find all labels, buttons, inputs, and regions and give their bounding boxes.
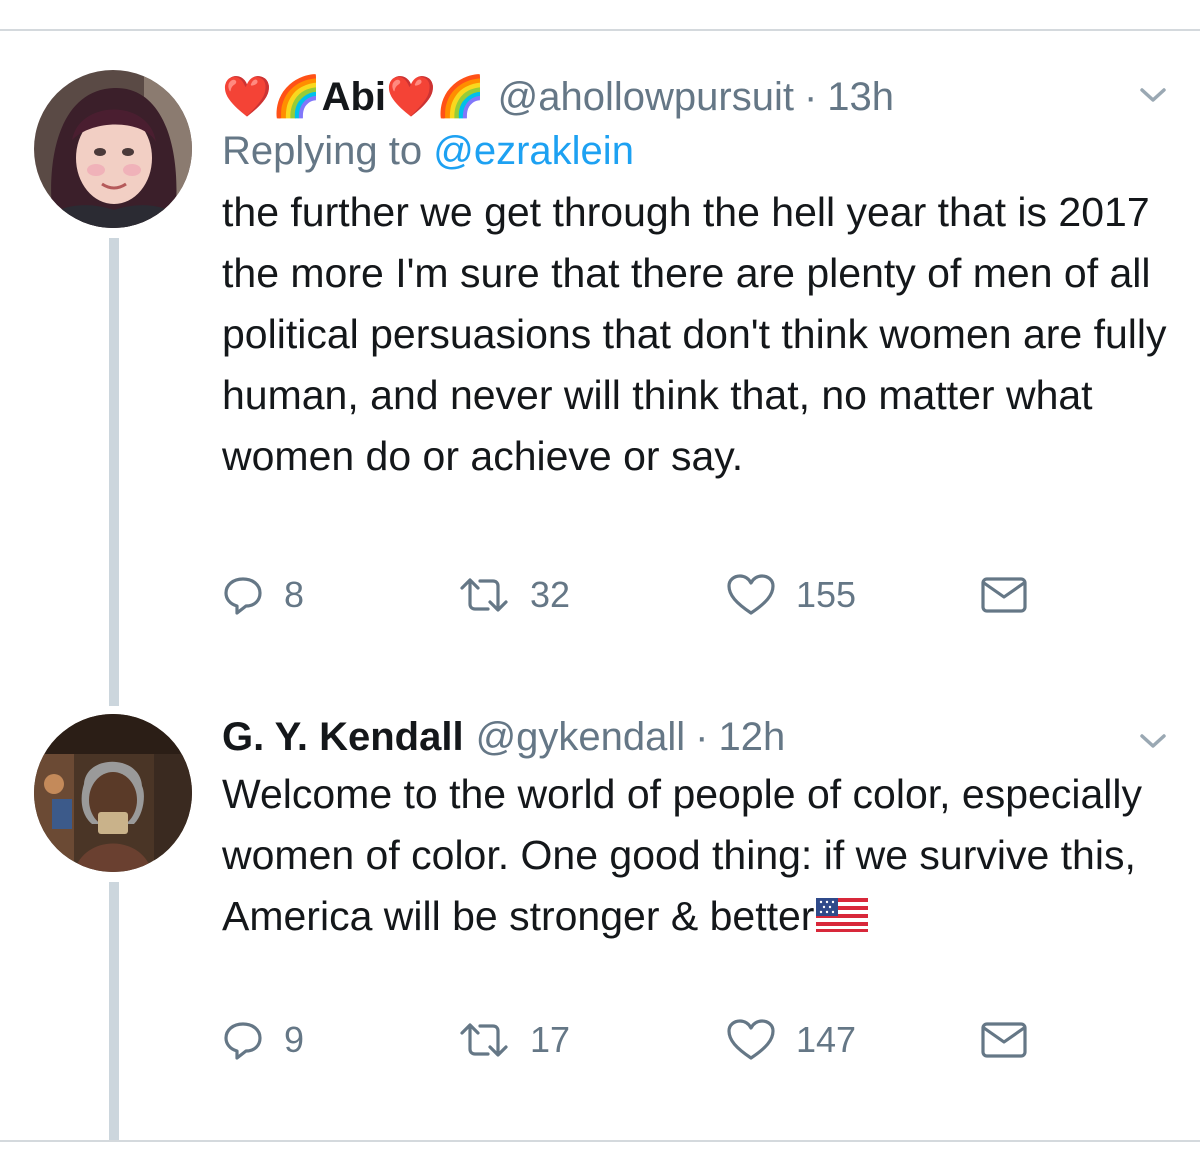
reply-button[interactable]: 8 [222, 574, 304, 616]
top-divider [0, 29, 1200, 31]
like-count: 147 [796, 1019, 857, 1060]
replying-to-mention[interactable]: @ezraklein [433, 129, 634, 173]
us-flag-emoji [816, 898, 869, 932]
display-name[interactable]: ❤️🌈Abi❤️🌈 [222, 72, 486, 122]
retweet-button[interactable]: 32 [458, 574, 570, 616]
retweet-count: 17 [530, 1019, 571, 1060]
envelope-icon [981, 1022, 1027, 1058]
replying-to: Replying to @ezraklein [222, 122, 1182, 180]
timestamp[interactable]: 13h [827, 72, 894, 122]
timestamp[interactable]: 12h [719, 712, 786, 762]
like-count: 155 [796, 574, 857, 615]
bottom-divider [0, 1140, 1200, 1142]
direct-message-button[interactable] [980, 575, 1028, 615]
tweet-text: the further we get through the hell year… [222, 189, 1167, 479]
retweet-icon [460, 1023, 508, 1057]
thread-line [109, 882, 119, 1140]
reply-icon [224, 1022, 262, 1060]
tweet-header: G. Y. Kendall @gykendall · 12h [222, 712, 1182, 762]
chevron-down-icon[interactable] [1136, 724, 1170, 758]
avatar[interactable] [34, 714, 192, 872]
tweet-text: Welcome to the world of people of color,… [222, 764, 1182, 947]
separator: · [803, 75, 818, 119]
tweet[interactable]: ❤️🌈Abi❤️🌈 @ahollowpursuit · 13h Replying… [222, 72, 1182, 615]
display-name[interactable]: G. Y. Kendall [222, 712, 464, 762]
reply-icon [224, 577, 262, 615]
envelope-icon [981, 577, 1027, 613]
replying-prefix: Replying to [222, 129, 423, 173]
retweet-count: 32 [530, 574, 571, 615]
like-button[interactable]: 155 [726, 573, 856, 617]
retweet-button[interactable]: 17 [458, 1019, 570, 1061]
tweet-header: ❤️🌈Abi❤️🌈 @ahollowpursuit · 13h [222, 72, 1182, 122]
tweet[interactable]: G. Y. Kendall @gykendall · 12h Welcome t… [222, 712, 1182, 1060]
retweet-icon [460, 578, 508, 612]
separator: · [695, 715, 709, 759]
heart-icon [727, 1019, 775, 1060]
reply-button[interactable]: 9 [222, 1019, 304, 1061]
direct-message-button[interactable] [980, 1020, 1028, 1060]
heart-icon [727, 574, 775, 615]
handle[interactable]: @ahollowpursuit [498, 72, 794, 122]
avatar[interactable] [34, 70, 192, 228]
handle[interactable]: @gykendall [476, 712, 686, 762]
tweet-text-content: Welcome to the world of people of color,… [222, 771, 1142, 939]
thread-line [109, 238, 119, 706]
like-button[interactable]: 147 [726, 1018, 856, 1062]
reply-count: 8 [284, 574, 305, 615]
reply-count: 9 [284, 1019, 305, 1060]
chevron-down-icon[interactable] [1136, 78, 1170, 112]
